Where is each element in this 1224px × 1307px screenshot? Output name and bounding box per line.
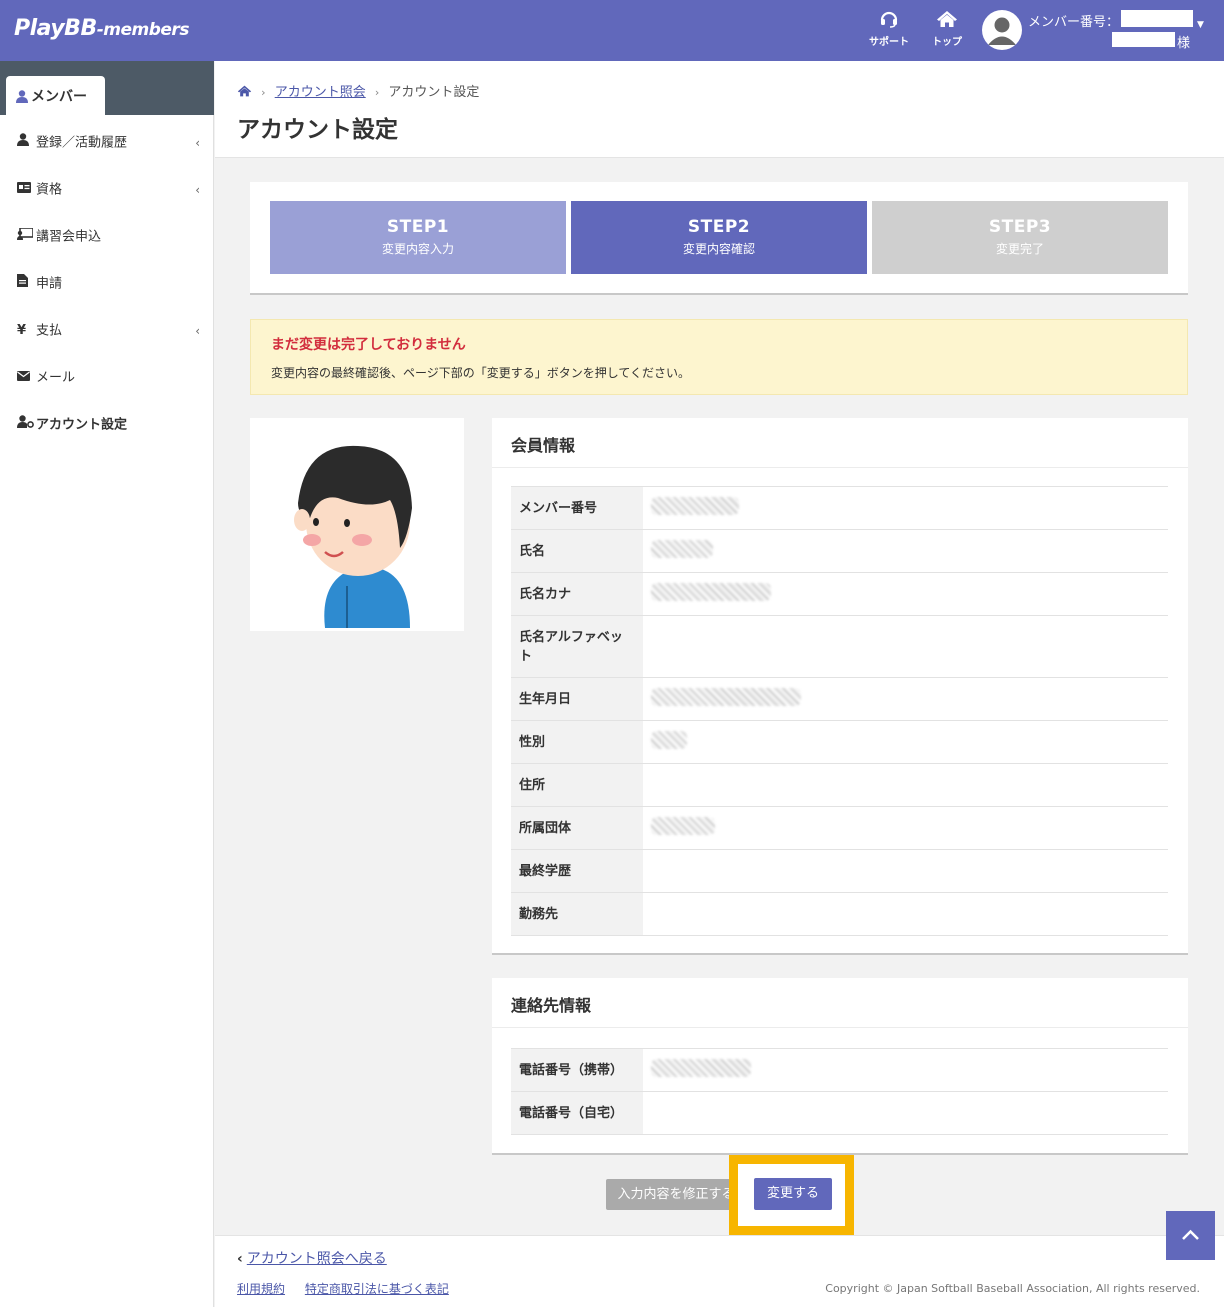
- step-1: STEP1 変更内容入力: [270, 201, 566, 274]
- chevron-left-icon: ‹: [237, 1251, 243, 1267]
- member-info-card: 会員情報 メンバー番号 氏名 氏名カナ 氏名アルファベット 生年月日 性別 住所…: [492, 418, 1188, 955]
- back-to-account-inquiry-link[interactable]: ‹ アカウント照会へ戻る: [237, 1248, 387, 1268]
- redacted-value: [643, 486, 1168, 530]
- honorific-label: 様: [1177, 36, 1191, 51]
- footer-links: 利用規約 特定商取引法に基づく表記: [237, 1280, 465, 1297]
- redacted-value: [643, 529, 1168, 573]
- support-label: サポート: [869, 37, 909, 48]
- id-card-icon: [17, 168, 33, 212]
- user-icon: [17, 121, 33, 165]
- breadcrumb-current: アカウント設定: [388, 85, 480, 100]
- step-2: STEP2 変更内容確認: [571, 201, 867, 274]
- table-row: 性別: [511, 720, 1168, 764]
- user-name-redacted: [1112, 32, 1175, 47]
- row-label: 最終学歴: [511, 849, 643, 893]
- redacted-value: [643, 806, 1168, 850]
- home-icon[interactable]: [237, 85, 252, 100]
- document-icon: [17, 262, 33, 306]
- sidebar-item-registration[interactable]: 登録／活動履歴 ‹: [0, 121, 214, 165]
- app-logo[interactable]: PlayBB-members: [14, 16, 189, 41]
- sidebar-item-payment[interactable]: ¥ 支払 ‹: [0, 309, 214, 353]
- contact-info-card: 連絡先情報 電話番号（携帯） 電話番号（自宅）: [492, 978, 1188, 1155]
- sidebar-item-course-application[interactable]: 講習会申込: [0, 215, 214, 259]
- row-label: 氏名: [511, 529, 643, 573]
- top-button[interactable]: トップ: [922, 10, 972, 48]
- sidebar: メンバー 登録／活動履歴 ‹ 資格 ‹ 講習会申込 申請 ¥ 支払 ‹ メール ア…: [0, 61, 214, 1307]
- notice-title: まだ変更は完了しておりません: [271, 337, 466, 353]
- table-row: メンバー番号: [511, 486, 1168, 530]
- warning-notice: まだ変更は完了しておりません 変更内容の最終確認後、ページ下部の「変更する」ボタ…: [250, 319, 1188, 395]
- redacted-value: [643, 677, 1168, 721]
- chevron-left-icon: ‹: [195, 183, 200, 197]
- contact-info-table: 電話番号（携帯） 電話番号（自宅）: [511, 1048, 1168, 1135]
- member-number-label: メンバー番号：: [1028, 15, 1120, 30]
- redacted-value: [643, 1048, 1168, 1092]
- sidebar-item-mail[interactable]: メール: [0, 356, 214, 400]
- table-row: 電話番号（自宅）: [511, 1091, 1168, 1135]
- row-label: 住所: [511, 763, 643, 807]
- row-label: 所属団体: [511, 806, 643, 850]
- headset-icon: [880, 11, 898, 28]
- chevron-up-icon: [1182, 1229, 1199, 1240]
- table-row: 所属団体: [511, 806, 1168, 850]
- member-info-table: メンバー番号 氏名 氏名カナ 氏名アルファベット 生年月日 性別 住所 所属団体…: [511, 486, 1168, 936]
- row-label: 性別: [511, 720, 643, 764]
- user-avatar[interactable]: [982, 10, 1022, 50]
- chalkboard-icon: [17, 215, 34, 259]
- breadcrumb-link-account-inquiry[interactable]: アカウント照会: [275, 85, 366, 100]
- table-row: 最終学歴: [511, 849, 1168, 893]
- yen-icon: ¥: [17, 323, 27, 338]
- sidebar-item-qualification[interactable]: 資格 ‹: [0, 168, 214, 212]
- chevron-left-icon: ‹: [195, 324, 200, 338]
- chevron-right-icon: ›: [374, 86, 380, 99]
- step-indicator: STEP1 変更内容入力 STEP2 変更内容確認 STEP3 変更完了: [250, 182, 1188, 295]
- fix-input-button[interactable]: 入力内容を修正する: [606, 1179, 746, 1210]
- sidebar-item-application[interactable]: 申請: [0, 262, 214, 306]
- table-row: 住所: [511, 763, 1168, 807]
- home-icon: [937, 11, 957, 27]
- table-row: 電話番号（携帯）: [511, 1048, 1168, 1092]
- top-header: PlayBB-members サポート トップ メンバー番号： 様 ▼: [0, 0, 1224, 61]
- row-label: 勤務先: [511, 892, 643, 936]
- table-row: 生年月日: [511, 677, 1168, 721]
- table-row: 氏名: [511, 529, 1168, 573]
- footer: ‹ アカウント照会へ戻る 利用規約 特定商取引法に基づく表記 Copyright …: [215, 1235, 1224, 1307]
- breadcrumb: › アカウント照会 › アカウント設定: [237, 81, 479, 100]
- change-button[interactable]: 変更する: [754, 1178, 832, 1210]
- page-title: アカウント設定: [237, 117, 398, 143]
- contact-info-heading: 連絡先情報: [492, 978, 1188, 1028]
- redacted-value: [643, 572, 1168, 616]
- support-button[interactable]: サポート: [864, 10, 914, 48]
- top-label: トップ: [932, 37, 962, 48]
- terms-link[interactable]: 利用規約: [237, 1282, 285, 1296]
- row-label: 生年月日: [511, 677, 643, 721]
- step-3: STEP3 変更完了: [872, 201, 1168, 274]
- table-row: 氏名アルファベット: [511, 615, 1168, 678]
- page-title-area: › アカウント照会 › アカウント設定 アカウント設定: [215, 61, 1224, 158]
- member-number-redacted: [1121, 10, 1193, 27]
- redacted-value: [643, 720, 1168, 764]
- caret-down-icon[interactable]: ▼: [1197, 20, 1204, 30]
- user-gear-icon: [17, 403, 34, 447]
- tab-member[interactable]: メンバー: [6, 76, 105, 115]
- row-label: 電話番号（自宅）: [511, 1091, 643, 1135]
- envelope-icon: [17, 356, 33, 400]
- row-label: 電話番号（携帯）: [511, 1048, 643, 1092]
- copyright: Copyright © Japan Softball Baseball Asso…: [825, 1282, 1200, 1295]
- table-row: 勤務先: [511, 892, 1168, 936]
- chevron-left-icon: ‹: [195, 136, 200, 150]
- profile-photo: [250, 418, 464, 631]
- scroll-to-top-button[interactable]: [1166, 1211, 1215, 1260]
- row-label: メンバー番号: [511, 486, 643, 530]
- table-row: 氏名カナ: [511, 572, 1168, 616]
- chevron-right-icon: ›: [261, 86, 266, 99]
- sidebar-item-account-settings[interactable]: アカウント設定: [0, 403, 214, 447]
- notice-text: 変更内容の最終確認後、ページ下部の「変更する」ボタンを押してください。: [271, 366, 691, 380]
- commerce-law-link[interactable]: 特定商取引法に基づく表記: [305, 1282, 449, 1296]
- member-info-heading: 会員情報: [492, 418, 1188, 468]
- row-label: 氏名アルファベット: [511, 615, 643, 678]
- user-icon: [16, 90, 28, 107]
- sidebar-tabs: メンバー: [0, 61, 214, 115]
- row-label: 氏名カナ: [511, 572, 643, 616]
